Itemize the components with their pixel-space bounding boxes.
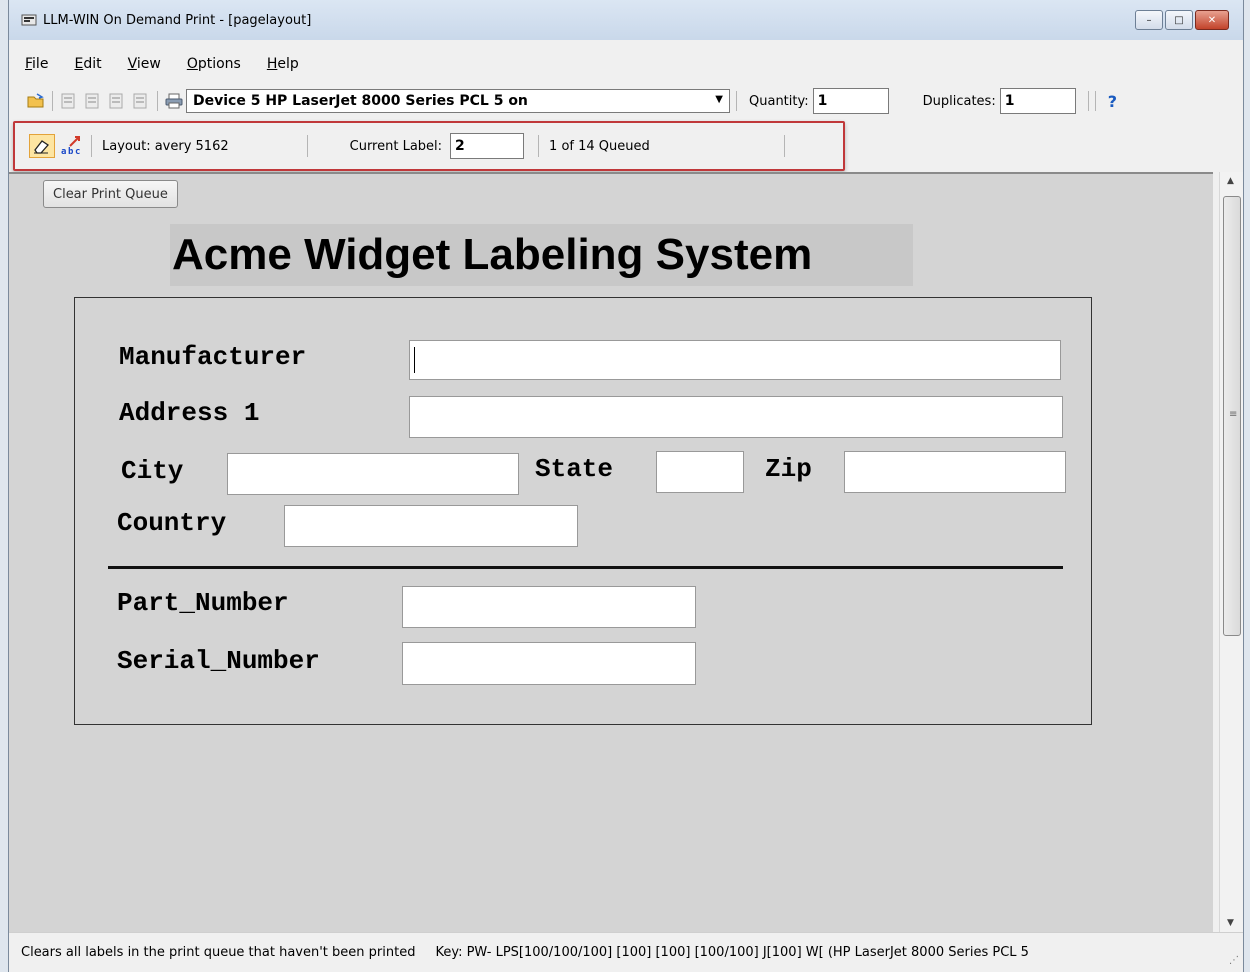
state-field[interactable] [656,451,744,493]
menu-file[interactable]: File [25,56,48,72]
grip-icon: ≡ [1229,409,1238,420]
queue-status: 1 of 14 Queued [549,138,650,154]
resize-grip-icon[interactable]: ⋰ [1229,955,1239,966]
state-label: State [535,454,614,484]
toolbar-separator [52,91,53,111]
zip-label: Zip [765,454,812,484]
city-field[interactable] [227,453,519,495]
vertical-scrollbar[interactable]: ▲ ≡ ▼ [1219,172,1243,932]
toolbar-separator [783,135,785,157]
window-title: LLM-WIN On Demand Print - [pagelayout] [43,12,312,28]
menu-edit-accel: E [74,56,84,72]
duplicates-input[interactable]: 1 [999,88,1076,114]
toolbar-separator [91,135,92,157]
svg-text:c: c [75,147,80,157]
form-divider [108,566,1063,569]
text-caret [414,347,415,373]
title-bar[interactable]: LLM-WIN On Demand Print - [pagelayout] –… [9,0,1243,40]
toolbar-separator [1087,91,1089,111]
menu-options-accel: O [186,56,198,72]
print-all-icon[interactable] [108,92,126,110]
toolbar-separator [538,135,540,157]
country-label: Country [117,508,227,538]
open-folder-icon[interactable] [27,92,45,110]
menu-edit-rest: dit [83,56,102,72]
menu-options[interactable]: Options [187,56,241,72]
part-number-label: Part_Number [117,588,289,618]
svg-text:a: a [61,147,66,157]
menu-file-rest: ile [32,56,49,72]
manufacturer-field[interactable] [409,340,1061,380]
toolbar-separator [306,135,308,157]
menu-view-accel: V [127,56,137,72]
menu-view[interactable]: View [128,56,161,72]
window-controls: – □ ✕ [1133,10,1229,30]
zip-field[interactable] [844,451,1066,493]
manufacturer-label: Manufacturer [119,342,307,372]
print-label-icon[interactable] [60,92,78,110]
print-queue-icon[interactable] [132,92,150,110]
toolbar-separator [157,91,158,111]
eraser-button[interactable] [29,134,55,158]
toolbar-separator [1094,91,1096,111]
current-label-input[interactable]: 2 [450,133,525,159]
chevron-down-icon[interactable]: ▼ [715,94,723,105]
status-key-info: Key: PW- LPS[100/100/100] [100] [100] [1… [435,945,1029,960]
printer-icon[interactable] [165,92,183,110]
page-title: Acme Widget Labeling System [170,224,913,286]
printer-select[interactable]: Device 5 HP LaserJet 8000 Series PCL 5 o… [186,89,730,113]
printer-select-value: Device 5 HP LaserJet 8000 Series PCL 5 o… [193,93,528,109]
main-toolbar: Device 5 HP LaserJet 8000 Series PCL 5 o… [13,84,1237,118]
label-toolbar: abc Layout: avery 5162 Current Label: 2 … [13,121,845,171]
scroll-up-icon[interactable]: ▲ [1227,176,1234,186]
current-label-label: Current Label: [349,138,443,154]
menu-options-rest: ptions [197,56,241,72]
city-label: City [121,456,184,486]
duplicates-label: Duplicates: [922,93,996,109]
menu-help-accel: H [266,56,278,72]
toolbar-separator [736,91,737,111]
minimize-button[interactable]: – [1135,10,1163,30]
address-field[interactable] [409,396,1063,438]
maximize-button[interactable]: □ [1165,10,1193,30]
country-field[interactable] [284,505,578,547]
menu-bar: File Edit View Options Help [9,52,1243,76]
menu-file-accel: F [25,56,33,72]
serial-number-label: Serial_Number [117,646,320,676]
label-form: Manufacturer Address 1 City State Zip Co… [74,297,1092,725]
layout-label: Layout: avery 5162 [102,138,229,154]
clear-print-queue-button[interactable]: Clear Print Queue [43,180,178,208]
address-label: Address 1 [119,398,260,428]
serial-number-field[interactable] [402,642,696,685]
app-icon [21,12,37,28]
menu-view-rest: iew [136,56,161,72]
label-canvas: Clear Print Queue Acme Widget Labeling S… [9,172,1213,932]
menu-help-rest: elp [277,56,299,72]
svg-text:b: b [68,147,74,157]
scroll-thumb[interactable]: ≡ [1223,196,1241,636]
status-bar: Clears all labels in the print queue tha… [9,932,1243,972]
abc-label-icon[interactable]: abc [61,135,83,157]
print-range-icon[interactable] [84,92,102,110]
app-window: LLM-WIN On Demand Print - [pagelayout] –… [8,0,1244,972]
eraser-icon [34,140,49,154]
menu-help[interactable]: Help [267,56,299,72]
help-icon[interactable]: ? [1108,92,1117,111]
quantity-input[interactable]: 1 [812,88,889,114]
part-number-field[interactable] [402,586,696,628]
menu-edit[interactable]: Edit [74,56,101,72]
scroll-down-icon[interactable]: ▼ [1227,918,1234,928]
close-button[interactable]: ✕ [1195,10,1229,30]
status-message: Clears all labels in the print queue tha… [21,945,416,960]
quantity-label: Quantity: [749,93,809,109]
